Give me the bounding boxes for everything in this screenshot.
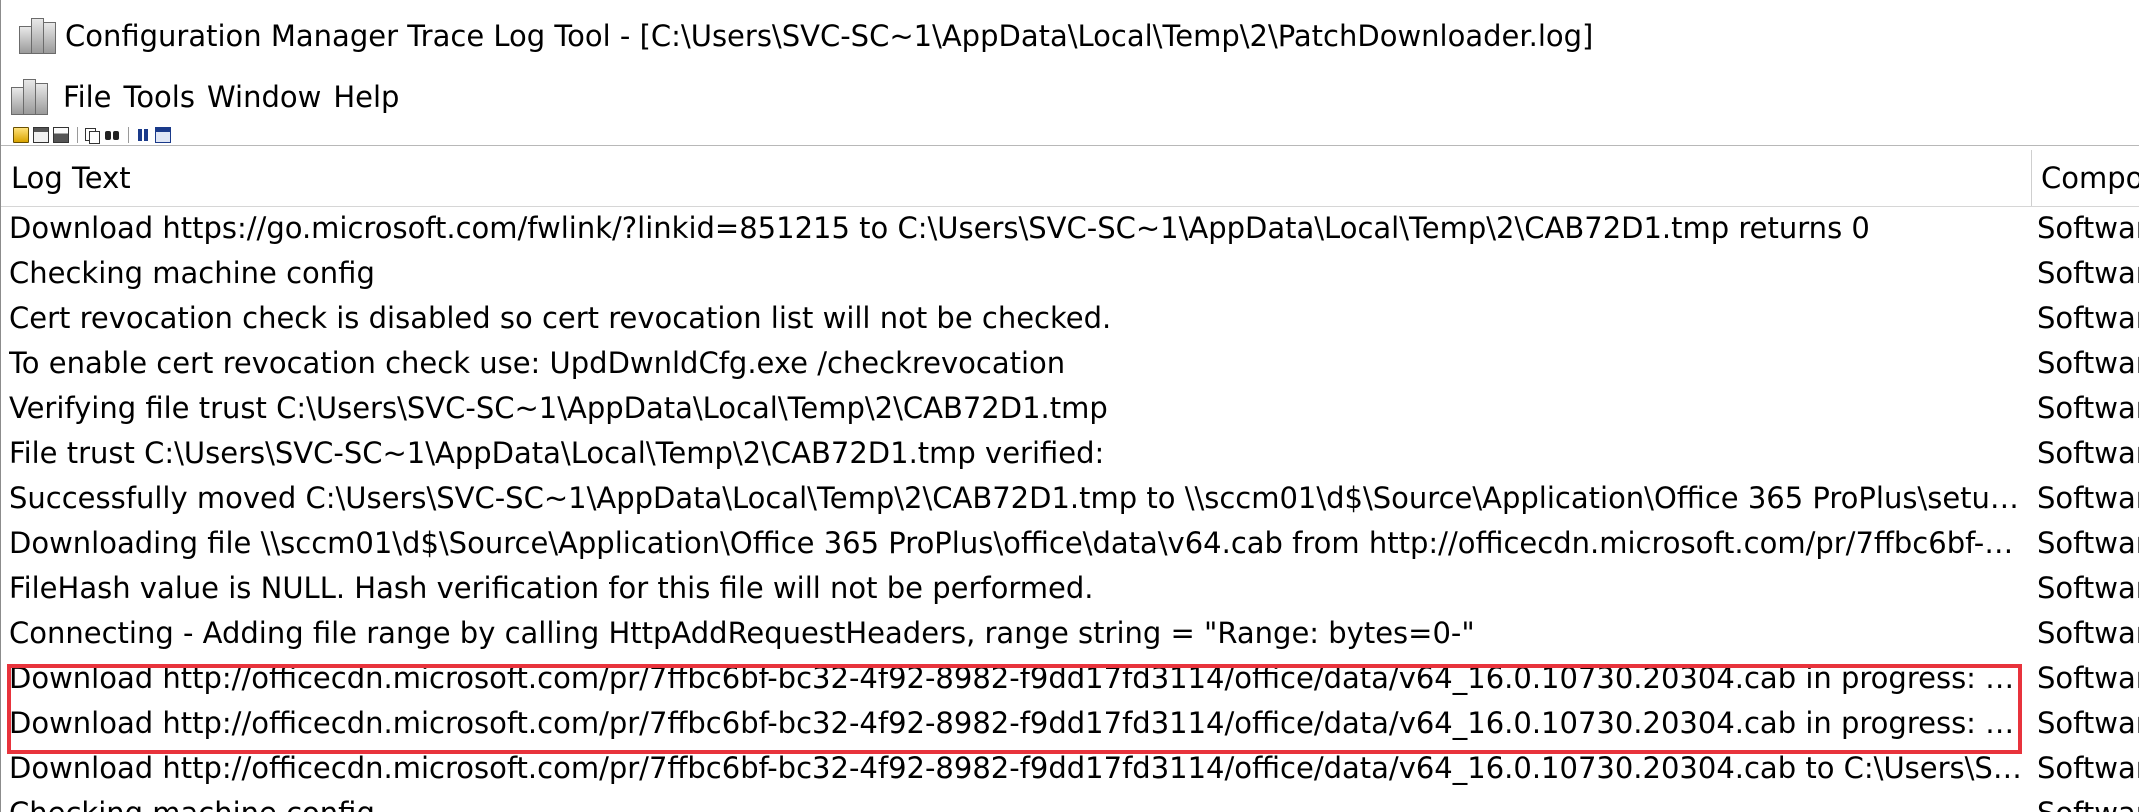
- pause-icon[interactable]: [135, 127, 151, 143]
- component-cell: Software: [2037, 571, 2139, 605]
- column-resize-handle[interactable]: [2031, 150, 2032, 206]
- menu-file[interactable]: File: [57, 80, 118, 114]
- copy-icon[interactable]: [84, 127, 100, 144]
- toolbar-separator: [128, 126, 129, 143]
- component-cell: Software: [2037, 706, 2139, 740]
- log-text-cell: Download https://go.microsoft.com/fwlink…: [9, 211, 1870, 245]
- component-cell: Software: [2037, 256, 2139, 290]
- find-icon[interactable]: [104, 127, 120, 143]
- log-text-cell: To enable cert revocation check use: Upd…: [9, 346, 1066, 380]
- log-text-cell: Download http://officecdn.microsoft.com/…: [9, 661, 2027, 695]
- component-cell: Software: [2037, 481, 2139, 515]
- print-preview-icon[interactable]: [33, 126, 49, 143]
- log-row[interactable]: Checking machine config Software: [1, 791, 2139, 812]
- log-text-cell: Checking machine config: [9, 256, 375, 290]
- app-icon: [17, 16, 57, 56]
- log-text-cell: Successfully moved C:\Users\SVC-SC~1\App…: [9, 481, 2027, 515]
- log-text-cell: File trust C:\Users\SVC-SC~1\AppData\Loc…: [9, 436, 1105, 470]
- component-cell: Software: [2037, 391, 2139, 425]
- log-text-cell: Checking machine config: [9, 791, 2027, 812]
- log-row[interactable]: Download https://go.microsoft.com/fwlink…: [1, 206, 2139, 251]
- log-row[interactable]: Download http://officecdn.microsoft.com/…: [1, 746, 2139, 791]
- log-text-cell: FileHash value is NULL. Hash verificatio…: [9, 571, 1094, 605]
- print-icon[interactable]: [53, 126, 69, 143]
- log-text-cell: Downloading file \\sccm01\d$\Source\Appl…: [9, 526, 2027, 560]
- column-header-log-text[interactable]: Log Text: [11, 150, 2031, 206]
- menu-window[interactable]: Window: [201, 80, 327, 114]
- log-text-cell: Download http://officecdn.microsoft.com/…: [9, 706, 2027, 740]
- menu-tools[interactable]: Tools: [118, 80, 201, 114]
- toolbar-separator: [77, 126, 78, 143]
- open-icon[interactable]: [13, 126, 29, 143]
- component-cell: Software: [2037, 346, 2139, 380]
- component-cell: Software: [2037, 751, 2139, 785]
- log-text-cell: Connecting - Adding file range by callin…: [9, 616, 1475, 650]
- component-cell: Software: [2037, 436, 2139, 470]
- grid-header: Log Text Compo: [1, 150, 2139, 207]
- window-icon[interactable]: [155, 126, 171, 143]
- log-grid[interactable]: Log Text Compo Download https://go.micro…: [1, 150, 2139, 812]
- menu-bar: File Tools Window Help: [1, 72, 2139, 122]
- title-bar: Configuration Manager Trace Log Tool - […: [1, 0, 2139, 72]
- menu-help[interactable]: Help: [327, 80, 405, 114]
- log-row[interactable]: Downloading file \\sccm01\d$\Source\Appl…: [1, 521, 2139, 566]
- log-row[interactable]: To enable cert revocation check use: Upd…: [1, 341, 2139, 386]
- log-row[interactable]: Download http://officecdn.microsoft.com/…: [1, 701, 2139, 746]
- column-header-component[interactable]: Compo: [2041, 150, 2139, 206]
- window-title: Configuration Manager Trace Log Tool - […: [65, 19, 1594, 53]
- toolbar: [1, 124, 2139, 146]
- component-cell: Software: [2037, 616, 2139, 650]
- system-menu-icon[interactable]: [9, 77, 49, 117]
- log-text-cell: Verifying file trust C:\Users\SVC-SC~1\A…: [9, 391, 1108, 425]
- log-row[interactable]: FileHash value is NULL. Hash verificatio…: [1, 566, 2139, 611]
- component-cell: Software: [2037, 301, 2139, 335]
- log-row[interactable]: Checking machine config Software: [1, 251, 2139, 296]
- trace-log-window: Configuration Manager Trace Log Tool - […: [0, 0, 2139, 812]
- component-cell: Software: [2037, 211, 2139, 245]
- log-row[interactable]: File trust C:\Users\SVC-SC~1\AppData\Loc…: [1, 431, 2139, 476]
- grid-rows: Download https://go.microsoft.com/fwlink…: [1, 206, 2139, 812]
- log-row[interactable]: Download http://officecdn.microsoft.com/…: [1, 656, 2139, 701]
- log-text-cell: Cert revocation check is disabled so cer…: [9, 301, 1112, 335]
- component-cell: Software: [2037, 526, 2139, 560]
- log-row[interactable]: Verifying file trust C:\Users\SVC-SC~1\A…: [1, 386, 2139, 431]
- log-text-cell: Download http://officecdn.microsoft.com/…: [9, 751, 2027, 785]
- log-row[interactable]: Connecting - Adding file range by callin…: [1, 611, 2139, 656]
- log-row[interactable]: Cert revocation check is disabled so cer…: [1, 296, 2139, 341]
- component-cell: Software: [2037, 661, 2139, 695]
- log-row[interactable]: Successfully moved C:\Users\SVC-SC~1\App…: [1, 476, 2139, 521]
- component-cell: Software: [2037, 791, 2139, 812]
